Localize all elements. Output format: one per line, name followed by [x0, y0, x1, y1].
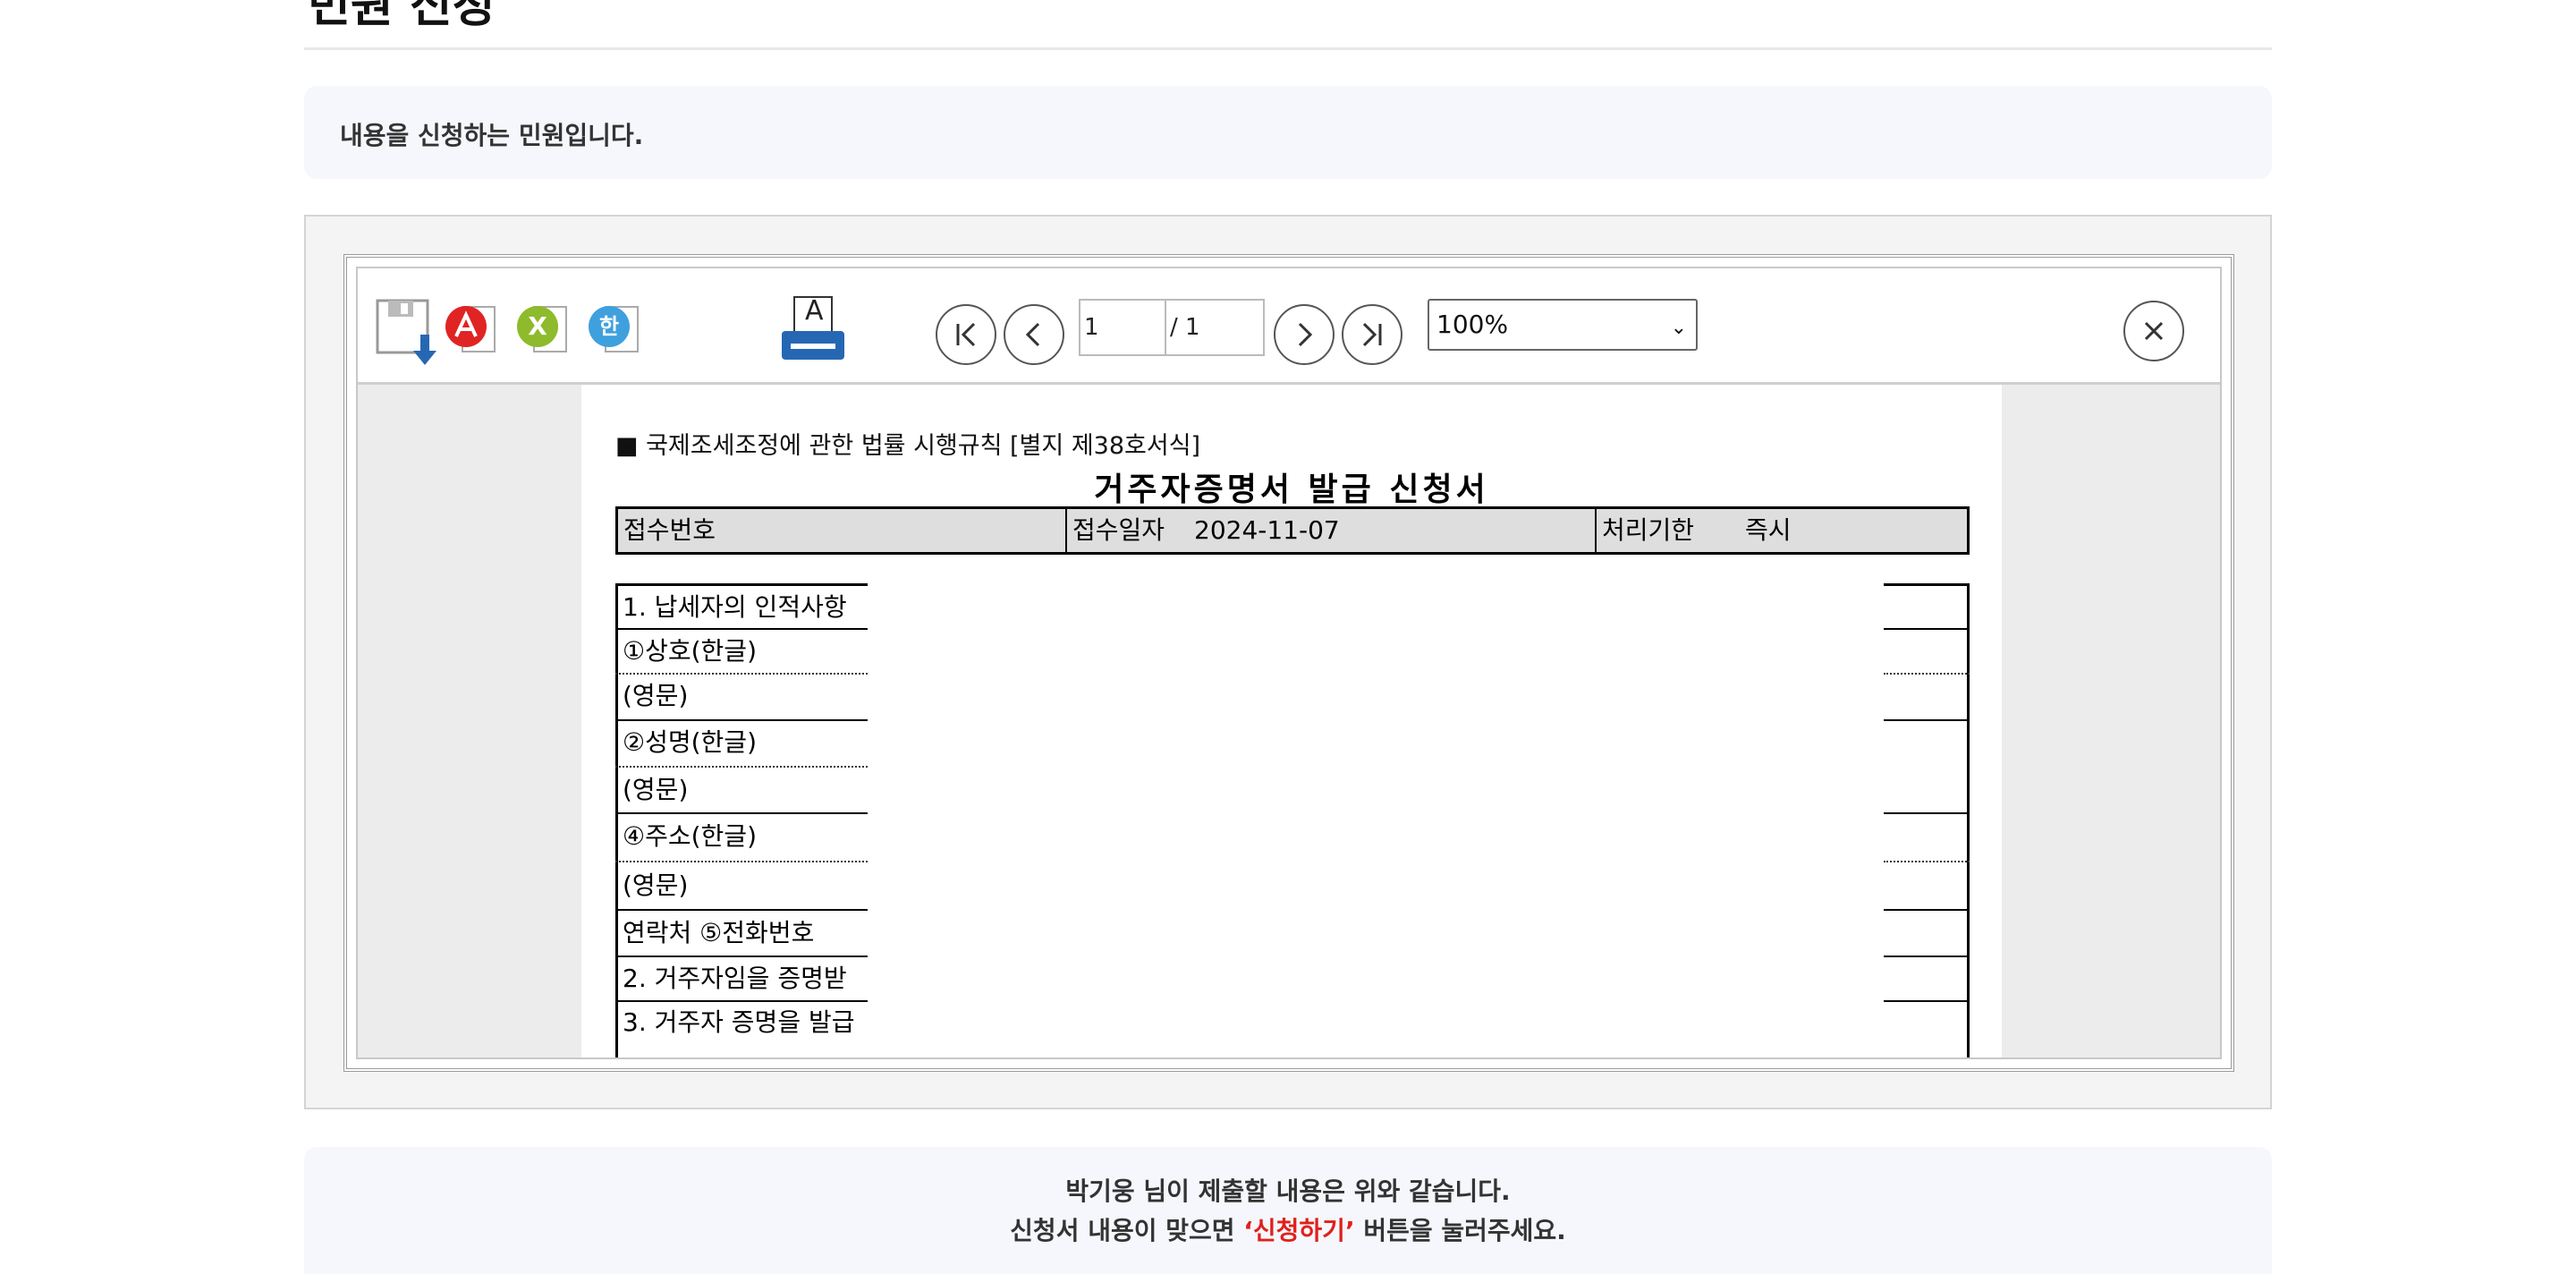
row-line: [1884, 956, 1970, 957]
receipt-date-value: 2024-11-07: [1194, 515, 1340, 545]
confirm-line-2: 신청서 내용이 맞으면 ‘신청하기’ 버튼을 눌러주세요.: [304, 1211, 2272, 1247]
close-button[interactable]: [2123, 301, 2184, 361]
document-area[interactable]: ■ 국제조세조정에 관한 법률 시행규칙 [별지 제38호서식] 거주자증명서 …: [358, 385, 2220, 1057]
page-header: 민원 신청: [304, 0, 2272, 50]
confirm-prefix: 신청서 내용이 맞으면: [1010, 1216, 1244, 1245]
receipt-number-label: 접수번호: [623, 515, 716, 545]
report-viewer: X 한 A 1 / 1 100% ⌄ ■ 국제조세조정에 관한 법률 시행규칙 …: [304, 215, 2272, 1109]
next-page-button[interactable]: [1274, 304, 1335, 365]
print-letter: A: [805, 295, 824, 327]
confirm-box: 박기웅 님이 제출할 내용은 위와 같습니다. 신청서 내용이 맞으면 ‘신청하…: [304, 1147, 2272, 1274]
viewer-toolbar: X 한 A 1 / 1 100% ⌄: [358, 268, 2220, 385]
row-line: [1884, 1000, 1970, 1002]
form-row: 연락처 ⑤전화번호: [623, 918, 815, 947]
viewer-inner: X 한 A 1 / 1 100% ⌄ ■ 국제조세조정에 관한 법률 시행규칙 …: [356, 267, 2222, 1059]
zoom-select[interactable]: 100% ⌄: [1428, 299, 1698, 351]
form-reference: ■ 국제조세조정에 관한 법률 시행규칙 [별지 제38호서식]: [615, 432, 1201, 460]
border-top: [1884, 583, 1970, 586]
form-row: ④주소(한글): [623, 821, 757, 851]
pdf-icon[interactable]: [445, 299, 503, 356]
row-line: [1884, 861, 1970, 862]
deadline-label: 처리기한: [1602, 515, 1695, 545]
excel-icon[interactable]: X: [517, 299, 574, 356]
form-row: 1. 납세자의 인적사항: [623, 592, 847, 622]
divider: [1595, 509, 1597, 552]
border-right: [1967, 583, 1970, 1057]
hwp-glyph: 한: [589, 306, 630, 347]
last-page-button[interactable]: [1342, 304, 1402, 365]
print-icon[interactable]: A: [778, 295, 850, 363]
pdf-glyph: [445, 306, 487, 347]
form-row: 2. 거주자임을 증명받: [623, 964, 847, 993]
close-icon: [2144, 321, 2164, 341]
receipt-date-label: 접수일자: [1072, 515, 1165, 545]
confirm-suffix: 버튼을 눌러주세요.: [1354, 1216, 1566, 1245]
form-row: (영문): [623, 871, 689, 900]
intro-box: 내용을 신청하는 민원입니다.: [304, 86, 2272, 179]
excel-glyph: X: [517, 306, 558, 347]
row-line: [1884, 812, 1970, 814]
last-page-icon: [1362, 322, 1382, 347]
chevron-left-icon: [1025, 322, 1040, 347]
form-row: ②성명(한글): [623, 727, 757, 757]
row-line: [1884, 628, 1970, 630]
hwp-icon[interactable]: 한: [589, 299, 646, 356]
first-page-icon: [956, 322, 976, 347]
border-top: [615, 583, 868, 586]
row-line: [1884, 909, 1970, 911]
form-row: (영문): [623, 775, 689, 804]
form-row: (영문): [623, 681, 689, 710]
document-page: ■ 국제조세조정에 관한 법률 시행규칙 [별지 제38호서식] 거주자증명서 …: [581, 385, 2002, 1057]
chevron-down-icon: ⌄: [1670, 317, 1687, 339]
viewer-frame: X 한 A 1 / 1 100% ⌄ ■ 국제조세조정에 관한 법률 시행규칙 …: [343, 254, 2234, 1072]
form-title: 거주자증명서 발급 신청서: [1094, 471, 1489, 508]
page-title: 민원 신청: [308, 0, 496, 33]
page-total: / 1: [1165, 299, 1265, 356]
row-line: [1884, 719, 1970, 721]
chevron-right-icon: [1298, 322, 1313, 347]
save-icon[interactable]: [374, 299, 436, 365]
deadline-value: 즉시: [1745, 515, 1792, 545]
page-number-input[interactable]: 1: [1079, 299, 1165, 356]
form-body: 1. 납세자의 인적사항 ①상호(한글) (영문) ②성명(한글) (영문) ④…: [615, 583, 1970, 1057]
prev-page-button[interactable]: [1004, 304, 1064, 365]
apply-highlight: ‘신청하기’: [1243, 1216, 1355, 1245]
row-line: [1884, 673, 1970, 675]
intro-text: 내용을 신청하는 민원입니다.: [340, 121, 644, 150]
first-page-button[interactable]: [936, 304, 996, 365]
receipt-table: 접수번호 접수일자 2024-11-07 처리기한 즉시: [615, 506, 1970, 555]
zoom-value: 100%: [1436, 310, 1509, 339]
confirm-line-1: 박기웅 님이 제출할 내용은 위와 같습니다.: [1065, 1176, 1511, 1206]
form-row: 3. 거주자 증명을 발급: [623, 1007, 855, 1037]
form-row: ①상호(한글): [623, 636, 757, 666]
divider: [1065, 509, 1067, 552]
